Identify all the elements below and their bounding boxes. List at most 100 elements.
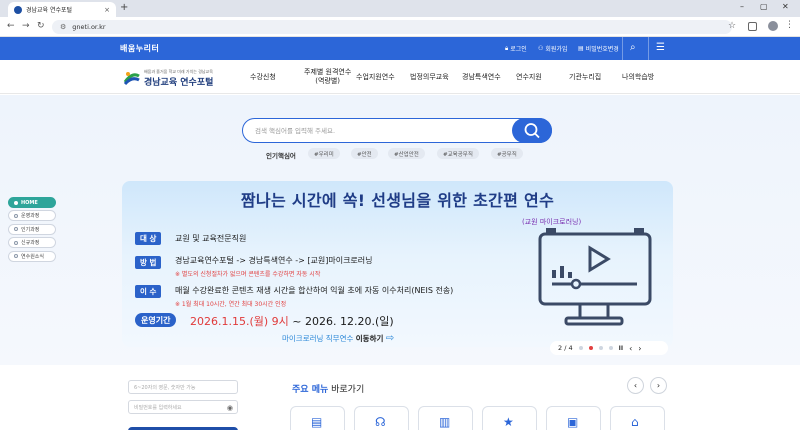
new-tab-button[interactable]: +	[120, 2, 128, 13]
extensions-icon[interactable]	[748, 22, 757, 31]
main-navigation: 배움과 즐거움 학교 미래 가치는 경남교육 경남교육 연수포털 수강신청 주제…	[0, 60, 800, 94]
change-password-link[interactable]: ▤ 비밀번호변경	[578, 44, 619, 53]
pager-dot-active[interactable]	[588, 346, 593, 350]
side-item-new[interactable]: 신규과정	[8, 237, 56, 249]
book-icon: ▥	[439, 415, 451, 429]
minimize-icon[interactable]: –	[740, 2, 744, 11]
side-quick-nav: HOME 운영과정 인기과정 신규과정 연수원소식	[8, 197, 56, 264]
reload-icon[interactable]: ↻	[37, 21, 45, 31]
quick-menu-title: 주요 메뉴 바로가기	[292, 385, 365, 395]
forward-icon[interactable]: →	[22, 21, 30, 31]
banner-credit-label: 이 수	[135, 285, 162, 298]
monitor-video-illustration	[538, 228, 652, 326]
site-info-icon[interactable]: ⚙	[60, 23, 66, 31]
pager-dot[interactable]	[598, 346, 603, 350]
menu-topic-remote[interactable]: 주제별 원격연수 (역량별)	[304, 60, 351, 94]
quick-card[interactable]: ▣	[546, 406, 601, 430]
search-box	[242, 117, 552, 143]
menu-my-study[interactable]: 나의학습방	[622, 60, 654, 94]
id-input[interactable]	[134, 383, 224, 392]
tab-title: 경남교육 연수포털	[26, 7, 73, 14]
page-counter: 2 / 4	[558, 344, 573, 352]
site-favicon-icon	[14, 5, 22, 14]
banner-pager: 2 / 4 II ‹ ›	[550, 341, 668, 355]
url-text: gneti.or.kr	[72, 23, 106, 31]
password-input[interactable]	[134, 403, 224, 412]
window-close-icon[interactable]: ✕	[782, 2, 789, 11]
show-password-eye-icon[interactable]: ◉	[227, 404, 233, 412]
banner-period-label: 운영기간	[135, 313, 177, 327]
banner-credit-note: ※ 1월 최대 10시간, 연간 최대 30시간 인정	[175, 301, 287, 308]
banner-credit-text: 매월 수강완료한 콘텐츠 재생 시간을 합산하여 익월 초에 자동 이수처리(N…	[175, 286, 454, 295]
login-link[interactable]: 🔒︎ 로그인	[505, 44, 527, 54]
side-item-popular[interactable]: 인기과정	[8, 223, 56, 235]
side-item-running[interactable]: 운영과정	[8, 210, 56, 222]
prev-slide-icon[interactable]: ‹	[629, 344, 632, 353]
join-link[interactable]: ⚇ 회원가입	[538, 44, 567, 53]
next-slide-icon[interactable]: ›	[638, 344, 641, 353]
banner-method-text: 경남교육연수포털 -> 경남특색연수 -> [교원]마이크로러닝	[175, 256, 373, 265]
back-icon[interactable]: ←	[7, 21, 15, 31]
pause-button[interactable]: II	[619, 345, 623, 352]
microlearning-link[interactable]: 마이크로러닝 직무연수 이동하기 ⇨	[282, 333, 394, 344]
headset-icon: ☊	[375, 415, 386, 429]
baeumnurito-logo[interactable]: 배움누리터	[120, 43, 159, 54]
banner-method-label: 방 법	[135, 256, 162, 269]
arrow-right-icon: ⇨	[385, 333, 395, 344]
keyword-chip[interactable]: #산업안전	[388, 148, 425, 159]
star-icon: ★	[503, 415, 514, 429]
banner-target-label: 대 상	[135, 232, 162, 245]
pager-dot[interactable]	[608, 346, 613, 350]
menu-class-support[interactable]: 수업지원연수	[356, 60, 395, 94]
search-button[interactable]	[512, 117, 552, 143]
tab-close-icon[interactable]: ×	[104, 6, 110, 14]
quick-card[interactable]: ⌂	[610, 406, 665, 430]
banner-title: 짬나는 시간에 쏙! 선생님을 위한 초간편 연수	[240, 191, 555, 210]
profile-avatar-icon[interactable]	[768, 21, 778, 31]
menu-course-apply[interactable]: 수강신청	[250, 60, 276, 94]
browser-menu-icon[interactable]: ⋮	[785, 20, 794, 30]
id-card-icon: ▤	[578, 45, 584, 52]
pager-dot[interactable]	[578, 346, 583, 350]
menu-gyeongnam-special[interactable]: 경남특색연수	[462, 60, 501, 94]
browser-tab[interactable]: 경남교육 연수포털 ×	[8, 2, 116, 17]
banner-method-note: ※ 별도의 신청절차가 없으며 콘텐츠를 수강하면 자동 시작	[175, 271, 321, 278]
quick-next-button[interactable]: ›	[650, 377, 667, 394]
lock-icon: 🔒︎	[505, 44, 509, 52]
main-banner[interactable]: 짬나는 시간에 쏙! 선생님을 위한 초간편 연수 (교원 마이크로러닝) 대 …	[122, 181, 673, 347]
maximize-icon[interactable]: ▢	[760, 2, 768, 11]
menu-institution-site[interactable]: 기관누리집	[569, 60, 601, 94]
keyword-chip[interactable]: #교육공무직	[437, 148, 479, 159]
keyword-chip[interactable]: #공무직	[491, 148, 523, 159]
utility-bar: 배움누리터 🔒︎ 로그인 ⚇ 회원가입 ▤ 비밀번호변경 ⌕ ☰	[0, 37, 800, 60]
user-icon: ⚇	[538, 45, 544, 52]
graduation-cap-icon: ⌂	[631, 415, 639, 429]
quick-prev-button[interactable]: ‹	[627, 377, 644, 394]
side-item-home[interactable]: HOME	[8, 197, 56, 208]
quick-card[interactable]: ▤	[290, 406, 345, 430]
browser-tabbar: 경남교육 연수포털 × + – ▢ ✕	[0, 0, 800, 17]
logo-title: 경남교육 연수포털	[144, 78, 214, 88]
side-item-news[interactable]: 연수원소식	[8, 250, 56, 262]
magnifier-icon	[524, 122, 540, 138]
menu-training-support[interactable]: 연수지원	[516, 60, 542, 94]
hamburger-menu-icon[interactable]: ☰	[656, 42, 665, 53]
keyword-chip[interactable]: #우리미	[308, 148, 340, 159]
search-icon[interactable]: ⌕	[630, 42, 636, 53]
document-icon: ▤	[311, 415, 323, 429]
menu-legal-mandatory[interactable]: 법정의무교육	[410, 60, 449, 94]
quick-card[interactable]: ★	[482, 406, 537, 430]
login-form: ◉	[128, 380, 238, 430]
bookmark-star-icon[interactable]: ☆	[728, 21, 736, 31]
site-logo[interactable]: 배움과 즐거움 학교 미래 가치는 경남교육 경남교육 연수포털	[123, 67, 223, 88]
keyword-chip[interactable]: #안전	[351, 148, 378, 159]
browser-toolbar: ← → ↻ ⚙ gneti.or.kr ☆ ⋮	[0, 17, 800, 37]
quick-card[interactable]: ▥	[418, 406, 473, 430]
quick-card[interactable]: ☊	[354, 406, 409, 430]
search-input[interactable]	[255, 124, 505, 138]
certificate-icon: ▣	[567, 415, 579, 429]
address-bar[interactable]: ⚙ gneti.or.kr	[52, 20, 732, 34]
banner-period: 2026.1.15.(월) 9시 ~ 2026. 12.20.(일)	[190, 315, 394, 328]
banner-target-text: 교원 및 교육전문직원	[175, 234, 247, 243]
popular-keyword-label: 인기핵심어	[266, 152, 296, 160]
